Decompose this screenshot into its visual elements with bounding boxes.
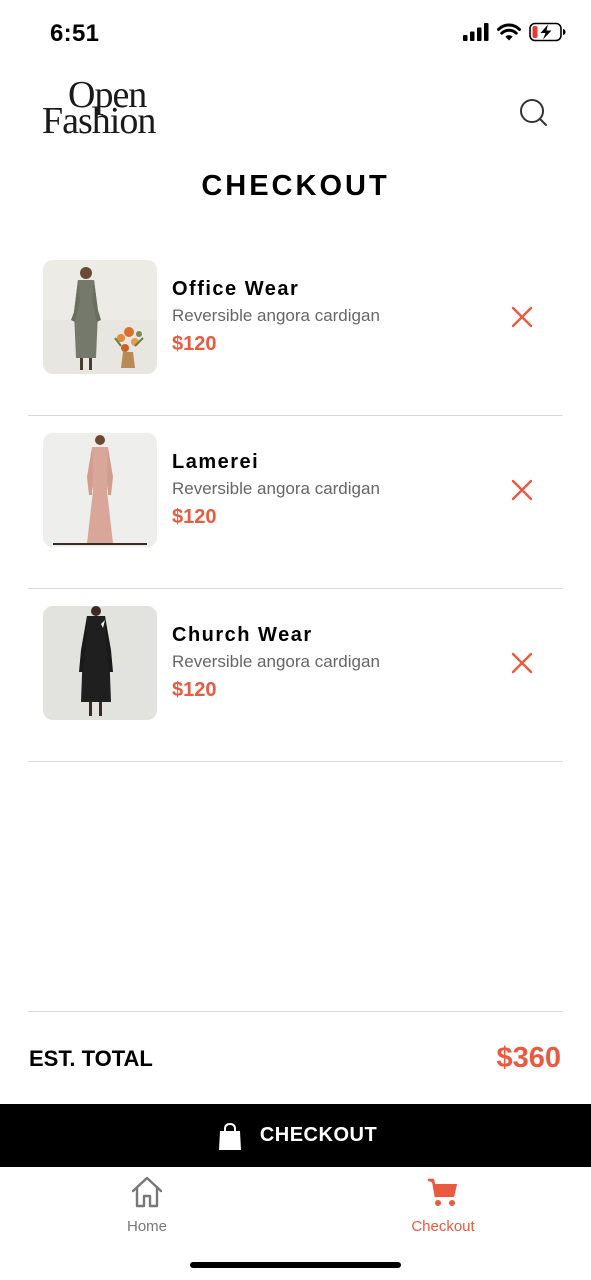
status-time: 6:51: [50, 20, 100, 47]
cart-icon: [428, 1178, 457, 1206]
tab-bar: Home Checkout: [0, 1167, 591, 1280]
status-icons: [463, 22, 567, 42]
item-description: Reversible angora cardigan: [172, 306, 380, 325]
header: Open Fashion: [0, 76, 591, 148]
product-image-office-wear[interactable]: [43, 260, 157, 374]
close-icon: [511, 306, 533, 328]
tab-label: Checkout: [411, 1218, 475, 1235]
cart-item[interactable]: Office Wear Reversible angora cardigan $…: [28, 243, 563, 416]
item-name: Lamerei: [172, 451, 260, 473]
page-title: CHECKOUT: [201, 170, 390, 202]
status-bar: 6:51: [0, 0, 591, 70]
total-row: EST. TOTAL $360: [28, 1011, 563, 1103]
close-icon: [511, 479, 533, 501]
search-button[interactable]: [517, 96, 551, 130]
wifi-icon: [497, 23, 521, 41]
tab-label: Home: [126, 1218, 167, 1235]
item-price: $120: [172, 506, 217, 528]
remove-item-button[interactable]: [510, 305, 534, 329]
product-image-lamerei[interactable]: [43, 433, 157, 547]
item-price: $120: [172, 679, 217, 701]
home-indicator: [190, 1262, 401, 1268]
item-description: Reversible angora cardigan: [172, 652, 380, 671]
logo-line-2: Fashion: [42, 100, 156, 142]
close-icon: [511, 652, 533, 674]
cart-item[interactable]: Lamerei Reversible angora cardigan $120: [28, 416, 563, 589]
remove-item-button[interactable]: [510, 478, 534, 502]
signal-icon: [463, 23, 489, 41]
total-label: EST. TOTAL: [29, 1046, 153, 1071]
item-name: Office Wear: [172, 278, 300, 300]
checkout-button[interactable]: CHECKOUT: [0, 1104, 591, 1167]
battery-charging-icon: [529, 22, 566, 42]
checkout-label: CHECKOUT: [259, 1124, 378, 1146]
item-description: Reversible angora cardigan: [172, 479, 380, 498]
tab-checkout[interactable]: Checkout: [383, 1175, 503, 1245]
item-name: Church Wear: [172, 624, 313, 646]
cart-list: Office Wear Reversible angora cardigan $…: [28, 243, 563, 762]
product-image-church-wear[interactable]: [43, 606, 157, 720]
home-icon: [131, 1176, 163, 1208]
shopping-bag-icon: [213, 1119, 246, 1152]
brand-logo[interactable]: Open Fashion: [42, 76, 156, 142]
item-price: $120: [172, 333, 217, 355]
total-value: $360: [496, 1042, 561, 1074]
cart-item[interactable]: Church Wear Reversible angora cardigan $…: [28, 589, 563, 762]
search-icon: [520, 99, 547, 126]
remove-item-button[interactable]: [510, 651, 534, 675]
tab-home[interactable]: Home: [87, 1175, 207, 1245]
